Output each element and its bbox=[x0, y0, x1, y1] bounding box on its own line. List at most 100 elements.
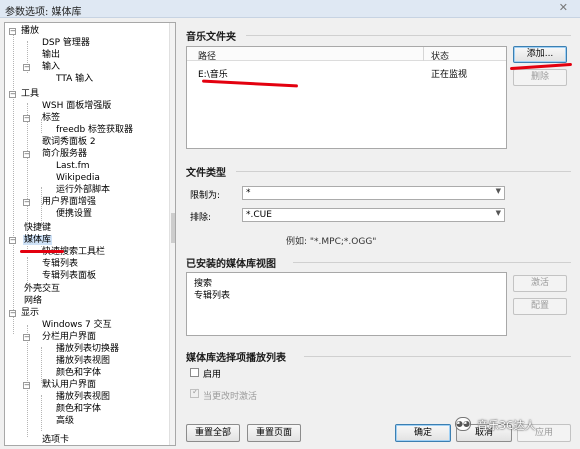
enable-label: 启用 bbox=[203, 370, 222, 380]
folder-path: E:\音乐 bbox=[198, 70, 228, 80]
activate-view-button[interactable]: 激活 bbox=[513, 275, 567, 292]
enable-checkbox[interactable] bbox=[190, 368, 199, 377]
tree-item-label: 播放列表切换器 bbox=[56, 344, 120, 354]
tree-item-tabs[interactable]: 选项卡 bbox=[41, 435, 70, 445]
tree-item-label: 显示 bbox=[21, 308, 40, 318]
tree-item-tools[interactable]: − 工具 bbox=[8, 89, 40, 100]
tree-item-label: 歌词秀面板 2 bbox=[42, 137, 96, 147]
tree-item-tags[interactable]: − 标签 bbox=[23, 113, 61, 124]
tree-item-portable-settings[interactable]: 便携设置 bbox=[55, 209, 93, 220]
file-type-example: 例如: "*.MPC;*.OGG" bbox=[286, 237, 377, 247]
collapse-icon[interactable]: − bbox=[23, 64, 30, 71]
chevron-down-icon[interactable]: ▼ bbox=[496, 187, 501, 195]
collapse-icon[interactable]: − bbox=[9, 237, 16, 244]
tree-item-default-ui[interactable]: − 默认用户界面 bbox=[23, 380, 97, 391]
tree-item-tta-input[interactable]: TTA 输入 bbox=[55, 74, 94, 85]
installed-views-title: 已安装的媒体库视图 bbox=[186, 259, 276, 270]
activate-on-change-label: 当更改时激活 bbox=[203, 392, 258, 402]
list-item[interactable]: 专辑列表 bbox=[194, 288, 230, 301]
tree-item-label: 播放 bbox=[21, 26, 40, 36]
ok-button[interactable]: 确定 bbox=[395, 424, 451, 442]
tree-item-wikipedia[interactable]: Wikipedia bbox=[55, 173, 101, 184]
tree-item-label: 简介服务器 bbox=[42, 149, 88, 159]
tree-item-input[interactable]: − 输入 bbox=[23, 62, 61, 73]
tree-item-label: 颜色和字体 bbox=[56, 404, 102, 414]
tree-item-ui-enhance[interactable]: − 用户界面增强 bbox=[23, 197, 97, 208]
collapse-icon[interactable]: − bbox=[23, 115, 30, 122]
wechat-icon: ◕◕ bbox=[455, 417, 471, 431]
watermark-text: 音乐3C达人 bbox=[477, 419, 536, 432]
collapse-icon[interactable]: − bbox=[23, 199, 30, 206]
reset-page-button[interactable]: 重置页面 bbox=[247, 424, 301, 442]
window-title: 参数选项: 媒体库 bbox=[5, 7, 82, 18]
collapse-icon[interactable]: − bbox=[23, 382, 30, 389]
tree-item-dsp-manager[interactable]: DSP 管理器 bbox=[41, 38, 91, 49]
section-divider bbox=[304, 356, 571, 357]
tree-item-playlist-view[interactable]: 播放列表视图 bbox=[55, 356, 111, 367]
column-header-status[interactable]: 状态 bbox=[431, 49, 449, 62]
tree-item-advanced[interactable]: 高级 bbox=[55, 416, 75, 427]
remove-folder-button[interactable]: 删除 bbox=[513, 69, 567, 86]
reset-all-button[interactable]: 重置全部 bbox=[186, 424, 240, 442]
tree-item-windows7[interactable]: Windows 7 交互 bbox=[41, 320, 113, 331]
tree-item-shortcuts[interactable]: 快捷键 bbox=[23, 223, 52, 234]
close-icon[interactable]: ✕ bbox=[559, 1, 568, 14]
tree-item-default-colors-fonts[interactable]: 颜色和字体 bbox=[55, 404, 102, 415]
tree-item-wsh-panel[interactable]: WSH 面板增强版 bbox=[41, 101, 112, 112]
exclude-label: 排除: bbox=[190, 213, 212, 223]
tree-item-freedb[interactable]: freedb 标签获取器 bbox=[55, 125, 134, 136]
tree-item-network[interactable]: 网络 bbox=[23, 296, 43, 307]
title-bar: 参数选项: 媒体库 ✕ bbox=[0, 0, 580, 18]
tree-item-default-playlist-view[interactable]: 播放列表视图 bbox=[55, 392, 111, 403]
tree-item-output[interactable]: 输出 bbox=[41, 50, 61, 61]
collapse-icon[interactable]: − bbox=[9, 310, 16, 317]
tree-item-label: 快捷键 bbox=[24, 223, 52, 233]
tree-item-label: 默认用户界面 bbox=[42, 380, 97, 390]
library-selection-playlist-title: 媒体库选择项播放列表 bbox=[186, 353, 286, 364]
tree-item-label: 专辑列表面板 bbox=[42, 271, 97, 281]
exclude-combo[interactable]: *.CUE ▼ bbox=[242, 208, 505, 222]
tree-item-shell-integration[interactable]: 外壳交互 bbox=[23, 284, 61, 295]
configure-view-button[interactable]: 配置 bbox=[513, 298, 567, 315]
restrict-combo[interactable]: * ▼ bbox=[242, 186, 505, 200]
tree-item-label: 运行外部脚本 bbox=[56, 185, 111, 195]
tree-item-label: 播放列表视图 bbox=[56, 356, 111, 366]
tree-item-label: 分栏用户界面 bbox=[42, 332, 97, 342]
restrict-value: * bbox=[246, 188, 251, 198]
tree-item-label: freedb 标签获取器 bbox=[56, 125, 134, 135]
tree-scrollbar[interactable] bbox=[169, 23, 175, 445]
tree-item-label: 选项卡 bbox=[42, 435, 70, 445]
scrollbar-thumb[interactable] bbox=[171, 213, 175, 243]
tree-item-playback[interactable]: − 播放 bbox=[8, 26, 40, 37]
tree-item-album-list-panel[interactable]: 专辑列表面板 bbox=[41, 271, 97, 282]
tree-item-lastfm[interactable]: Last.fm bbox=[55, 161, 91, 172]
collapse-icon[interactable]: − bbox=[23, 151, 30, 158]
list-header: 路径 状态 bbox=[187, 47, 506, 62]
tree-item-lyric-panel[interactable]: 歌词秀面板 2 bbox=[41, 137, 97, 148]
tree-item-playlist-switcher[interactable]: 播放列表切换器 bbox=[55, 344, 120, 355]
tree-item-media-library[interactable]: − 媒体库 bbox=[8, 235, 53, 246]
tree-item-bio-server[interactable]: − 简介服务器 bbox=[23, 149, 88, 160]
restrict-label: 限制为: bbox=[190, 191, 221, 201]
collapse-icon[interactable]: − bbox=[9, 28, 16, 35]
chevron-down-icon[interactable]: ▼ bbox=[496, 209, 501, 217]
installed-views-list[interactable]: 搜索 专辑列表 bbox=[186, 272, 507, 336]
tree-item-album-list[interactable]: 专辑列表 bbox=[41, 259, 79, 270]
tree-line bbox=[13, 30, 14, 334]
folder-status: 正在监视 bbox=[431, 70, 468, 80]
music-folders-title: 音乐文件夹 bbox=[186, 32, 236, 43]
music-folders-list[interactable]: 路径 状态 E:\音乐 正在监视 bbox=[186, 46, 507, 149]
tree-item-label: 专辑列表 bbox=[42, 259, 79, 269]
tree-item-colors-fonts[interactable]: 颜色和字体 bbox=[55, 368, 102, 379]
tree-item-columns-ui[interactable]: − 分栏用户界面 bbox=[23, 332, 97, 343]
column-header-path[interactable]: 路径 bbox=[198, 49, 216, 62]
activate-on-change-checkbox[interactable] bbox=[190, 389, 199, 398]
column-separator[interactable] bbox=[423, 47, 424, 61]
section-divider bbox=[246, 35, 571, 36]
collapse-icon[interactable]: − bbox=[9, 91, 16, 98]
add-folder-button[interactable]: 添加... bbox=[513, 46, 567, 63]
collapse-icon[interactable]: − bbox=[23, 334, 30, 341]
tree-item-display[interactable]: − 显示 bbox=[8, 308, 40, 319]
tree-item-label: 工具 bbox=[21, 89, 40, 99]
tree-item-run-script[interactable]: 运行外部脚本 bbox=[55, 185, 111, 196]
